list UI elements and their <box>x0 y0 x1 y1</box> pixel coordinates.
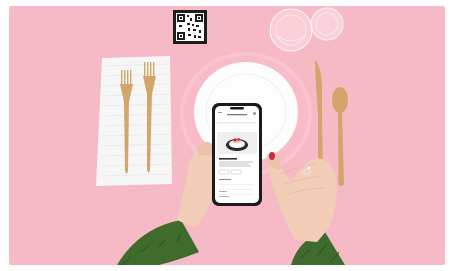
qr-code[interactable] <box>173 10 207 44</box>
napkin <box>96 56 173 186</box>
phone-screen[interactable] <box>217 110 257 200</box>
photo-frame <box>9 6 445 265</box>
